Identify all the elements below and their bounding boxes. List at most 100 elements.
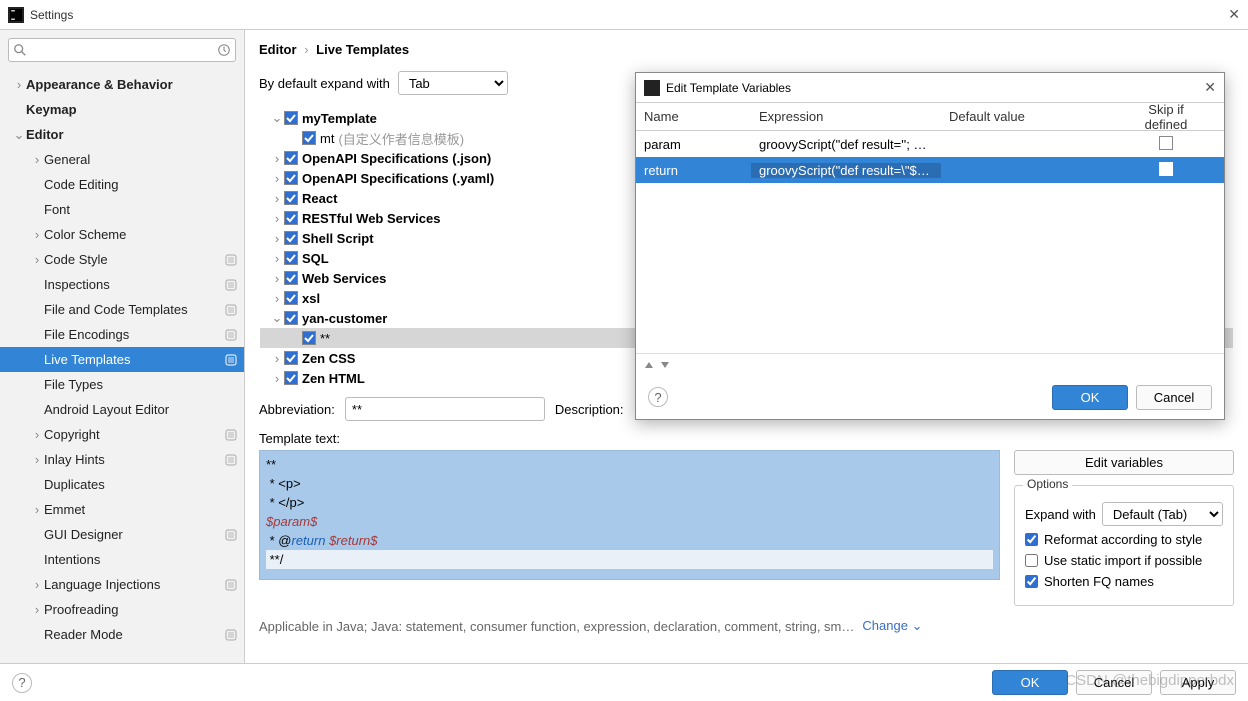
template-label: Zen HTML xyxy=(302,371,365,386)
template-checkbox[interactable] xyxy=(284,151,298,165)
table-toolbar xyxy=(636,353,1224,375)
sidebar-item-code-style[interactable]: ›Code Style xyxy=(0,247,244,272)
chevron-icon: › xyxy=(30,427,44,442)
breadcrumb-root: Editor xyxy=(259,42,297,57)
opt-expand-select[interactable]: Default (Tab) xyxy=(1102,502,1223,526)
chevron-icon: › xyxy=(270,251,284,266)
expand-with-select[interactable]: Tab xyxy=(398,71,508,95)
sidebar-item-proofreading[interactable]: ›Proofreading xyxy=(0,597,244,622)
applicable-change-link[interactable]: Change ⌄ xyxy=(862,618,922,634)
opt-reformat-checkbox[interactable] xyxy=(1025,533,1038,546)
cell-skip[interactable] xyxy=(1121,136,1211,153)
sidebar-item-copyright[interactable]: ›Copyright xyxy=(0,422,244,447)
template-code-editor[interactable]: ** * <p> * </p> $param$ * @return $retur… xyxy=(259,450,1000,580)
opt-static-checkbox[interactable] xyxy=(1025,554,1038,567)
sidebar-item-file-encodings[interactable]: File Encodings xyxy=(0,322,244,347)
sidebar-item-inlay-hints[interactable]: ›Inlay Hints xyxy=(0,447,244,472)
sidebar-item-label: Color Scheme xyxy=(44,227,238,242)
col-header-name[interactable]: Name xyxy=(636,109,751,124)
col-header-expression[interactable]: Expression xyxy=(751,109,941,124)
sidebar-item-label: Reader Mode xyxy=(44,627,224,642)
search-icon xyxy=(13,43,27,57)
template-checkbox[interactable] xyxy=(284,191,298,205)
sidebar-item-label: Emmet xyxy=(44,502,238,517)
abbrev-input[interactable] xyxy=(345,397,545,421)
help-button[interactable]: ? xyxy=(12,673,32,693)
sidebar-item-keymap[interactable]: Keymap xyxy=(0,97,244,122)
sidebar-item-android-layout-editor[interactable]: Android Layout Editor xyxy=(0,397,244,422)
col-header-skip[interactable]: Skip if defined xyxy=(1121,102,1211,132)
sidebar-item-file-types[interactable]: File Types xyxy=(0,372,244,397)
move-up-icon[interactable] xyxy=(644,360,654,370)
chevron-icon: › xyxy=(30,252,44,267)
sidebar-item-emmet[interactable]: ›Emmet xyxy=(0,497,244,522)
variable-row[interactable]: paramgroovyScript("def result=''; d… xyxy=(636,131,1224,157)
opt-shorten-checkbox[interactable] xyxy=(1025,575,1038,588)
chevron-icon: › xyxy=(30,502,44,517)
chevron-icon: › xyxy=(270,371,284,386)
sidebar-item-color-scheme[interactable]: ›Color Scheme xyxy=(0,222,244,247)
sidebar-tree: ›Appearance & BehaviorKeymap⌄Editor›Gene… xyxy=(0,68,244,670)
cell-skip[interactable] xyxy=(1121,162,1211,179)
col-header-default[interactable]: Default value xyxy=(941,109,1121,124)
template-checkbox[interactable] xyxy=(284,311,298,325)
opt-shorten-label: Shorten FQ names xyxy=(1044,574,1154,589)
dialog-cancel-button[interactable]: Cancel xyxy=(1136,385,1212,410)
skip-checkbox[interactable] xyxy=(1159,162,1173,176)
chevron-icon: › xyxy=(12,77,26,92)
template-checkbox[interactable] xyxy=(284,111,298,125)
template-label: SQL xyxy=(302,251,329,266)
chevron-icon: › xyxy=(30,227,44,242)
template-checkbox[interactable] xyxy=(284,211,298,225)
template-checkbox[interactable] xyxy=(302,331,316,345)
sidebar-item-language-injections[interactable]: ›Language Injections xyxy=(0,572,244,597)
sidebar-item-appearance-behavior[interactable]: ›Appearance & Behavior xyxy=(0,72,244,97)
sidebar-item-intentions[interactable]: Intentions xyxy=(0,547,244,572)
search-input[interactable] xyxy=(8,38,236,62)
move-down-icon[interactable] xyxy=(660,360,670,370)
chevron-icon: › xyxy=(270,351,284,366)
sidebar-item-gui-designer[interactable]: GUI Designer xyxy=(0,522,244,547)
ok-button[interactable]: OK xyxy=(992,670,1068,695)
sidebar-item-general[interactable]: ›General xyxy=(0,147,244,172)
dialog-help-button[interactable]: ? xyxy=(648,387,668,407)
template-checkbox[interactable] xyxy=(284,171,298,185)
template-checkbox[interactable] xyxy=(302,131,316,145)
template-checkbox[interactable] xyxy=(284,371,298,385)
sidebar-item-label: File Types xyxy=(44,377,238,392)
sidebar-item-label: Proofreading xyxy=(44,602,238,617)
apply-button[interactable]: Apply xyxy=(1160,670,1236,695)
sidebar-item-label: Inspections xyxy=(44,277,224,292)
template-checkbox[interactable] xyxy=(284,351,298,365)
template-checkbox[interactable] xyxy=(284,251,298,265)
template-checkbox[interactable] xyxy=(284,231,298,245)
sidebar-item-duplicates[interactable]: Duplicates xyxy=(0,472,244,497)
template-checkbox[interactable] xyxy=(284,291,298,305)
dialog-close-icon[interactable]: ✕ xyxy=(1204,79,1216,96)
sidebar-item-editor[interactable]: ⌄Editor xyxy=(0,122,244,147)
edit-variables-button[interactable]: Edit variables xyxy=(1014,450,1234,475)
cancel-button[interactable]: Cancel xyxy=(1076,670,1152,695)
sidebar-item-code-editing[interactable]: Code Editing xyxy=(0,172,244,197)
sidebar-item-file-and-code-templates[interactable]: File and Code Templates xyxy=(0,297,244,322)
cell-name[interactable]: param xyxy=(636,137,751,152)
variable-row[interactable]: returngroovyScript("def result=\"${… xyxy=(636,157,1224,183)
dialog-ok-button[interactable]: OK xyxy=(1052,385,1128,410)
chevron-icon: › xyxy=(30,577,44,592)
skip-checkbox[interactable] xyxy=(1159,136,1173,150)
cell-expression[interactable]: groovyScript("def result=\"${… xyxy=(751,163,941,178)
sidebar-item-reader-mode[interactable]: Reader Mode xyxy=(0,622,244,647)
sidebar-item-label: Editor xyxy=(26,127,238,142)
sidebar-item-inspections[interactable]: Inspections xyxy=(0,272,244,297)
close-icon[interactable]: ✕ xyxy=(1228,6,1240,23)
sidebar-item-live-templates[interactable]: Live Templates xyxy=(0,347,244,372)
cell-name[interactable]: return xyxy=(636,163,751,178)
project-badge-icon xyxy=(224,628,238,642)
template-checkbox[interactable] xyxy=(284,271,298,285)
template-label: myTemplate xyxy=(302,111,377,126)
sidebar-item-font[interactable]: Font xyxy=(0,197,244,222)
cell-expression[interactable]: groovyScript("def result=''; d… xyxy=(751,137,941,152)
chevron-icon: › xyxy=(270,231,284,246)
breadcrumb: Editor › Live Templates xyxy=(259,42,1234,57)
search-history-icon[interactable] xyxy=(217,43,231,57)
